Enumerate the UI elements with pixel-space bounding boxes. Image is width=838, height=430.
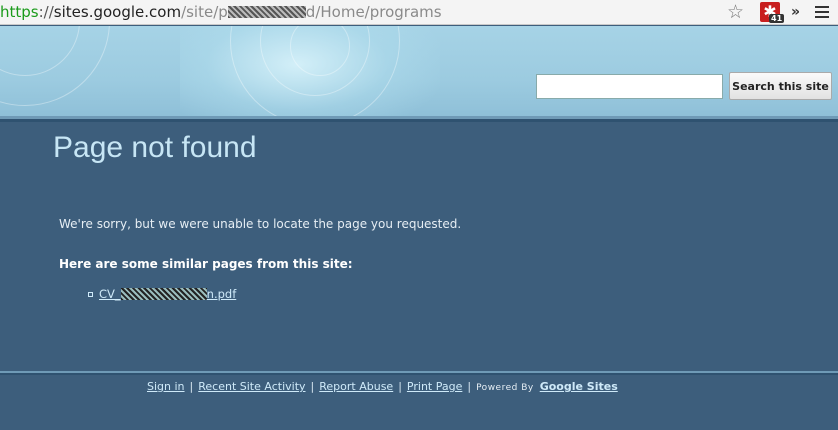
url-scheme: https [0,3,39,21]
site-header: Search this site [0,26,838,116]
square-bullet-icon [88,292,93,297]
google-sites-link[interactable]: Google Sites [540,380,618,393]
search-site-button[interactable]: Search this site [729,72,832,100]
powered-by-label: Powered By [476,383,534,393]
similar-pages-list: CV_ n.pdf [88,287,236,301]
browser-toolbar: https://sites.google.com/site/p d/Home/pr… [0,0,838,25]
report-abuse-link[interactable]: Report Abuse [319,380,393,393]
menu-hamburger-icon[interactable] [815,6,829,18]
site-footer: Sign in | Recent Site Activity | Report Abus… [147,380,618,393]
sign-in-link[interactable]: Sign in [147,380,185,393]
site-search-input[interactable] [536,74,723,99]
url-host: sites.google.com [53,3,182,21]
list-item: CV_ n.pdf [88,287,236,301]
overflow-chevron-icon[interactable]: » [791,1,800,23]
similar-pages-heading: Here are some similar pages from this si… [59,257,353,271]
similar-page-link[interactable]: CV_ n.pdf [99,287,236,301]
url-path-suffix: d/Home/programs [305,3,442,21]
redacted-filename [120,288,207,300]
print-page-link[interactable]: Print Page [407,380,462,393]
url-path-prefix: /site/p [181,3,228,21]
redacted-url-segment [227,6,306,18]
extension-badge: 41 [769,14,785,23]
not-found-message: We're sorry, but we were unable to locat… [59,217,462,231]
footer-divider-shadow [0,373,838,375]
bookmark-star-icon[interactable]: ☆ [727,1,744,23]
address-bar[interactable]: https://sites.google.com/site/p d/Home/pr… [0,0,442,25]
recent-site-activity-link[interactable]: Recent Site Activity [198,380,305,393]
page-title: Page not found [53,131,257,164]
header-divider-shadow [0,119,838,122]
